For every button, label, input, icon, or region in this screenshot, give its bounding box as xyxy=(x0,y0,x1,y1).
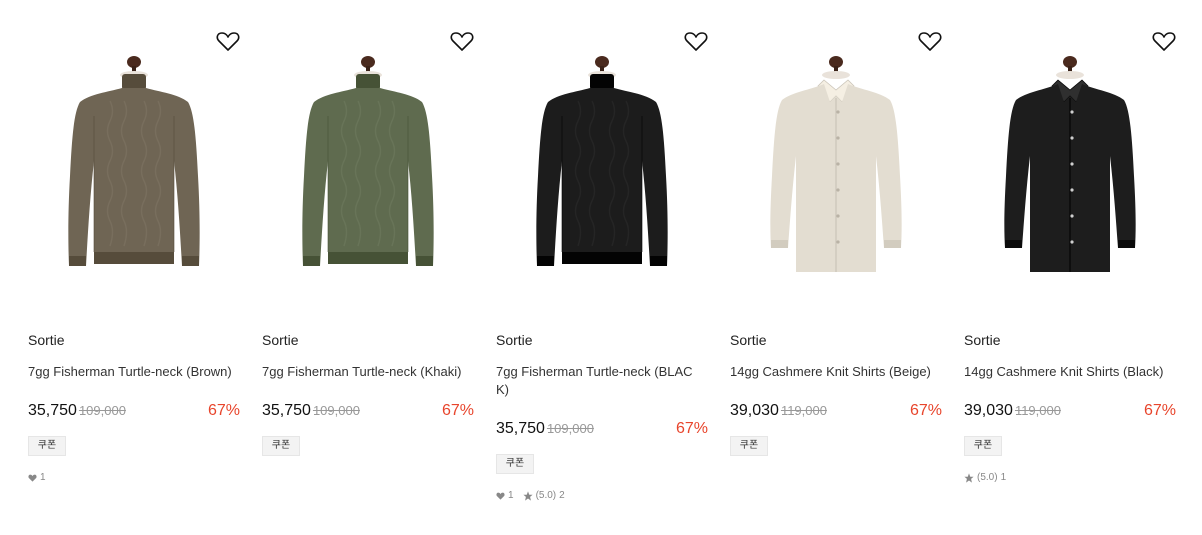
turtleneck-image xyxy=(302,56,434,266)
sale-price: 39,030 xyxy=(730,402,779,419)
price-row: 39,030 119,000 67% xyxy=(964,402,1176,424)
review-count: 1 xyxy=(1000,472,1007,483)
heart-icon[interactable] xyxy=(1152,30,1176,52)
product-name[interactable]: 7gg Fisherman Turtle-neck (Khaki) xyxy=(262,363,474,381)
rating: (5.0) xyxy=(977,472,998,483)
sale-price: 35,750 xyxy=(496,420,545,437)
product-image[interactable] xyxy=(28,26,240,296)
price-row: 35,750 109,000 67% xyxy=(262,402,474,424)
star-icon xyxy=(522,490,533,501)
product-card[interactable]: Sortie 7gg Fisherman Turtle-neck (BLACK)… xyxy=(496,26,708,501)
product-image[interactable] xyxy=(496,26,708,296)
discount-rate: 67% xyxy=(1143,402,1176,419)
like-count: 1 xyxy=(508,490,514,501)
sale-price: 35,750 xyxy=(28,402,77,419)
product-card[interactable]: Sortie 14gg Cashmere Knit Shirts (Black)… xyxy=(964,26,1176,483)
price-row: 39,030 119,000 67% xyxy=(730,402,942,424)
original-price: 109,000 xyxy=(546,421,594,436)
turtleneck-image xyxy=(536,56,668,266)
coupon-badge[interactable]: 쿠폰 xyxy=(28,436,66,456)
brand-name[interactable]: Sortie xyxy=(28,332,65,348)
turtleneck-image xyxy=(68,56,200,266)
product-image[interactable] xyxy=(262,26,474,296)
product-image[interactable] xyxy=(730,26,942,296)
discount-rate: 67% xyxy=(441,402,474,419)
product-name[interactable]: 7gg Fisherman Turtle-neck (BLACK) xyxy=(496,363,701,399)
price-row: 35,750 109,000 67% xyxy=(496,420,708,442)
brand-name[interactable]: Sortie xyxy=(262,332,299,348)
discount-rate: 67% xyxy=(675,420,708,437)
product-meta: 1 xyxy=(28,472,46,483)
star-icon xyxy=(964,472,974,483)
sale-price: 39,030 xyxy=(964,402,1013,419)
coupon-badge[interactable]: 쿠폰 xyxy=(730,436,768,456)
brand-name[interactable]: Sortie xyxy=(730,332,767,348)
original-price: 119,000 xyxy=(780,403,827,418)
product-card[interactable]: Sortie 7gg Fisherman Turtle-neck (Brown)… xyxy=(28,26,240,483)
original-price: 109,000 xyxy=(312,403,360,418)
price-row: 35,750 109,000 67% xyxy=(28,402,240,424)
product-grid: Sortie 7gg Fisherman Turtle-neck (Brown)… xyxy=(0,0,1202,535)
coupon-badge[interactable]: 쿠폰 xyxy=(262,436,300,456)
product-name[interactable]: 14gg Cashmere Knit Shirts (Beige) xyxy=(730,363,942,381)
original-price: 119,000 xyxy=(1014,403,1061,418)
coupon-badge[interactable]: 쿠폰 xyxy=(496,454,534,474)
review-count: 2 xyxy=(559,490,565,501)
like-count: 1 xyxy=(40,472,46,483)
heart-icon[interactable] xyxy=(684,30,708,52)
heart-icon[interactable] xyxy=(216,30,240,52)
product-meta: (5.0) 1 xyxy=(964,472,1006,483)
original-price: 109,000 xyxy=(78,403,126,418)
sale-price: 35,750 xyxy=(262,402,311,419)
product-card[interactable]: Sortie 14gg Cashmere Knit Shirts (Beige)… xyxy=(730,26,942,456)
brand-name[interactable]: Sortie xyxy=(496,332,533,348)
product-name[interactable]: 14gg Cashmere Knit Shirts (Black) xyxy=(964,363,1176,381)
product-image[interactable] xyxy=(964,26,1176,296)
discount-rate: 67% xyxy=(909,402,942,419)
heart-icon[interactable] xyxy=(918,30,942,52)
discount-rate: 67% xyxy=(207,402,240,419)
shirt-image xyxy=(1004,56,1136,272)
rating: (5.0) xyxy=(535,490,557,501)
heart-icon[interactable] xyxy=(450,30,474,52)
heart-small-icon xyxy=(28,474,37,482)
product-card[interactable]: Sortie 7gg Fisherman Turtle-neck (Khaki)… xyxy=(262,26,474,456)
product-name[interactable]: 7gg Fisherman Turtle-neck (Brown) xyxy=(28,363,240,381)
coupon-badge[interactable]: 쿠폰 xyxy=(964,436,1002,456)
heart-small-icon xyxy=(496,492,505,500)
shirt-image xyxy=(770,56,902,272)
brand-name[interactable]: Sortie xyxy=(964,332,1001,348)
product-meta: 1 (5.0) 2 xyxy=(496,490,565,501)
